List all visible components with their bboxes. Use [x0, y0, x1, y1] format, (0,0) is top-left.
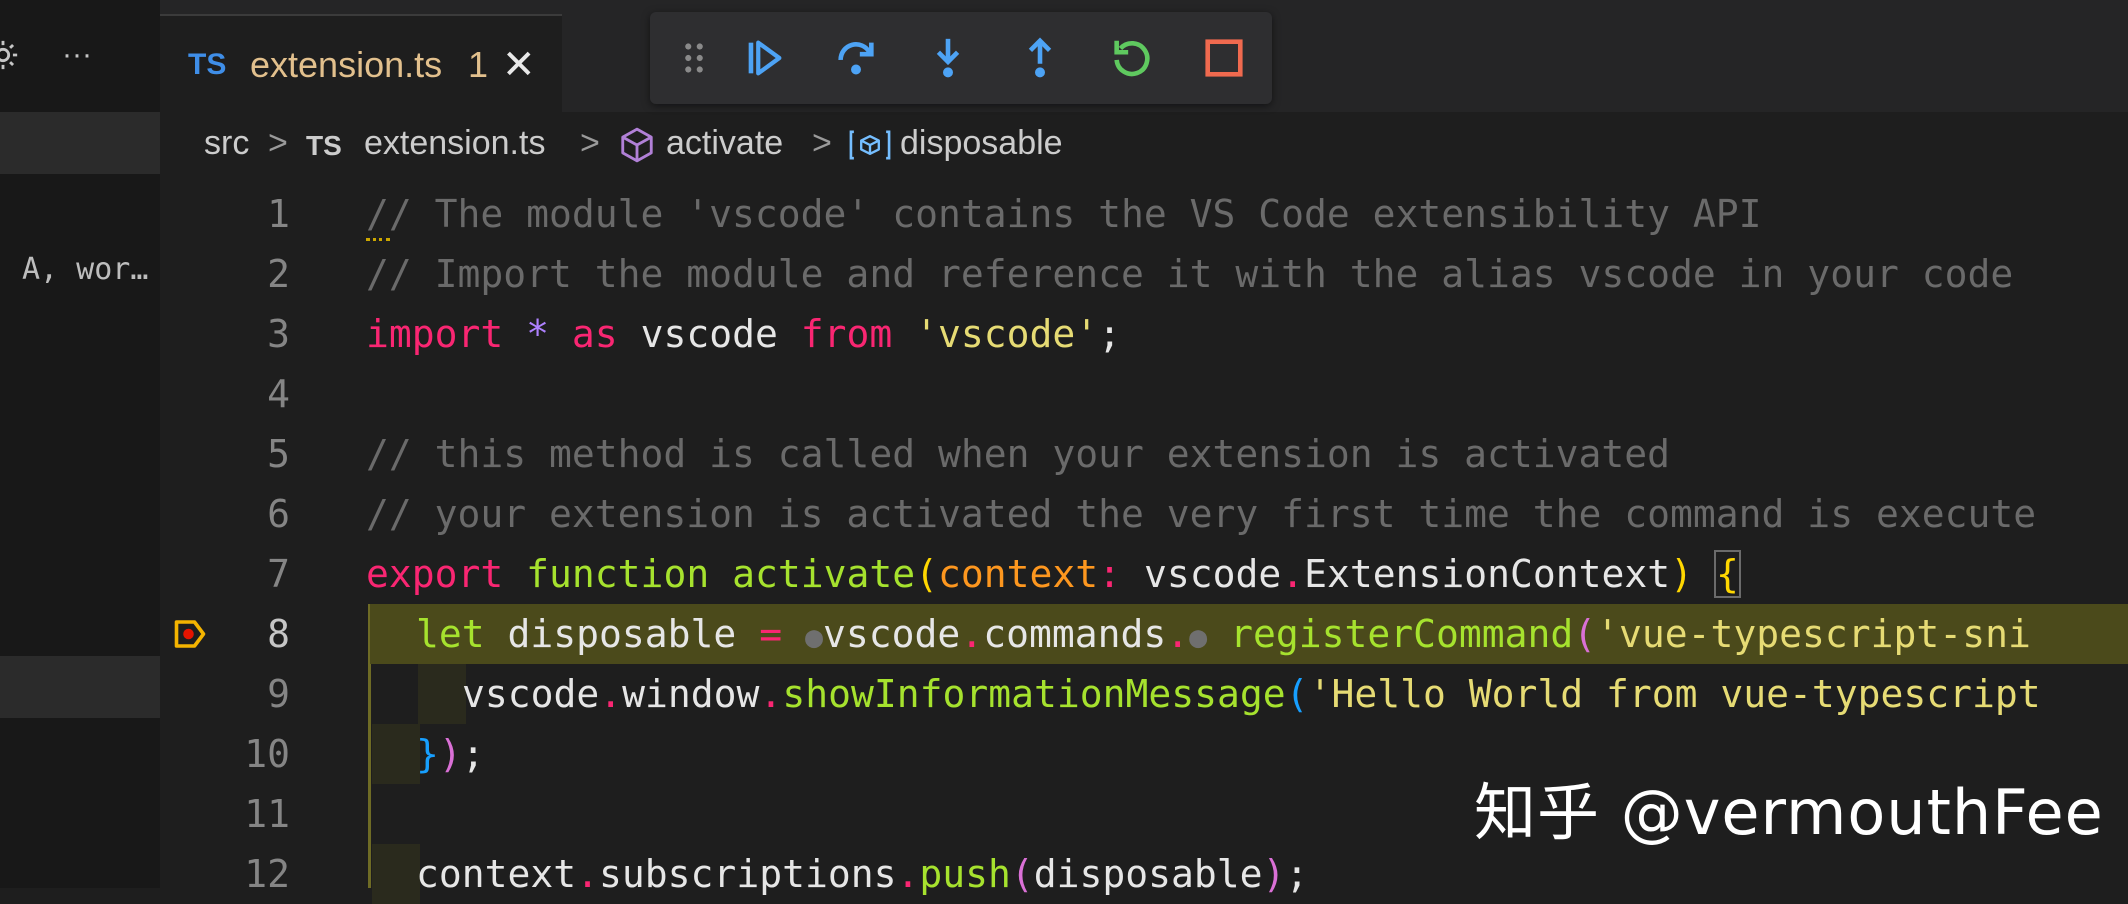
- indent-shade: [372, 844, 420, 904]
- code-line: 4: [160, 364, 2128, 424]
- step-into-icon[interactable]: [922, 32, 974, 84]
- breadcrumb-function[interactable]: activate: [666, 124, 783, 163]
- continue-icon[interactable]: [738, 32, 790, 84]
- step-over-icon[interactable]: [830, 32, 882, 84]
- code-line-current: 8 let disposable = ●vscode.commands.● re…: [160, 604, 2128, 664]
- line-number: 10: [244, 732, 290, 776]
- sidebar-item-label[interactable]: A, wor…: [22, 252, 148, 287]
- line-number: 3: [267, 312, 290, 356]
- code-line: 7 export function activate(context: vsco…: [160, 544, 2128, 604]
- inline-breakpoint-marker: ●: [1189, 620, 1208, 655]
- line-number: 4: [267, 372, 290, 416]
- restart-icon[interactable]: [1106, 32, 1158, 84]
- sidebar-hover-row[interactable]: [0, 656, 160, 718]
- line-number: 2: [267, 252, 290, 296]
- code-line: 1 // The module 'vscode' contains the VS…: [160, 184, 2128, 244]
- typescript-file-icon: TS: [306, 130, 342, 161]
- breadcrumb-file[interactable]: extension.ts: [364, 124, 545, 163]
- line-number: 5: [267, 432, 290, 476]
- line-number: 6: [267, 492, 290, 536]
- close-icon[interactable]: ✕: [502, 42, 536, 88]
- tab-extension-ts[interactable]: TS extension.ts 1 ✕: [160, 14, 562, 112]
- line-number: 8: [267, 612, 290, 656]
- code-text[interactable]: let disposable = ●vscode.commands.● regi…: [416, 604, 2031, 668]
- watermark: 知乎 @vermouthFee: [1474, 776, 2104, 849]
- code-line: 3 import * as vscode from 'vscode';: [160, 304, 2128, 364]
- gear-icon[interactable]: [0, 38, 20, 78]
- variable-symbol-icon: [848, 128, 892, 167]
- typescript-file-icon: TS: [188, 48, 227, 81]
- breadcrumb: src > TS extension.ts > activate > dispo…: [160, 112, 2128, 176]
- step-out-icon[interactable]: [1014, 32, 1066, 84]
- line-number: 12: [244, 852, 290, 896]
- code-text[interactable]: import * as vscode from 'vscode';: [366, 304, 1121, 364]
- code-line: 5 // this method is called when your ext…: [160, 424, 2128, 484]
- code-text[interactable]: context.subscriptions.push(disposable);: [416, 844, 1308, 904]
- code-text[interactable]: vscode.window.showInformationMessage('He…: [462, 664, 2041, 724]
- breadcrumb-folder[interactable]: src: [204, 124, 249, 163]
- code-text[interactable]: // The module 'vscode' contains the VS C…: [366, 184, 1762, 244]
- code-text[interactable]: });: [416, 724, 485, 784]
- code-text[interactable]: // this method is called when your exten…: [366, 424, 1670, 484]
- chevron-right-icon: >: [268, 124, 288, 162]
- debug-toolbar: [650, 12, 1272, 104]
- code-line: 9 vscode.window.showInformationMessage('…: [160, 664, 2128, 724]
- indent-shade: [372, 724, 420, 784]
- sidebar-selected-row[interactable]: [0, 112, 160, 174]
- line-number: 9: [267, 672, 290, 716]
- warning-squiggle: [366, 228, 390, 241]
- indent-shade: [418, 664, 466, 724]
- more-actions-icon[interactable]: ···: [62, 40, 92, 70]
- tab-label: extension.ts: [250, 44, 443, 85]
- chevron-right-icon: >: [580, 124, 600, 162]
- line-number: 11: [244, 792, 290, 836]
- line-number: 1: [267, 192, 290, 236]
- explorer-sidebar: ··· A, wor…: [0, 0, 160, 888]
- code-text[interactable]: // Import the module and reference it wi…: [366, 244, 2013, 304]
- function-symbol-icon: [618, 126, 656, 169]
- code-text[interactable]: export function activate(context: vscode…: [366, 544, 1741, 604]
- line-number: 7: [267, 552, 290, 596]
- code-text[interactable]: // your extension is activated the very …: [366, 484, 2036, 544]
- inline-breakpoint-marker: ●: [804, 620, 824, 655]
- code-line: 12 context.subscriptions.push(disposable…: [160, 844, 2128, 904]
- drag-handle-icon[interactable]: [668, 32, 720, 84]
- stop-icon[interactable]: [1198, 32, 1250, 84]
- chevron-right-icon: >: [812, 124, 832, 162]
- code-line: 2 // Import the module and reference it …: [160, 244, 2128, 304]
- problem-count-badge: 1: [468, 44, 489, 85]
- breadcrumb-variable[interactable]: disposable: [900, 124, 1063, 163]
- code-line: 6 // your extension is activated the ver…: [160, 484, 2128, 544]
